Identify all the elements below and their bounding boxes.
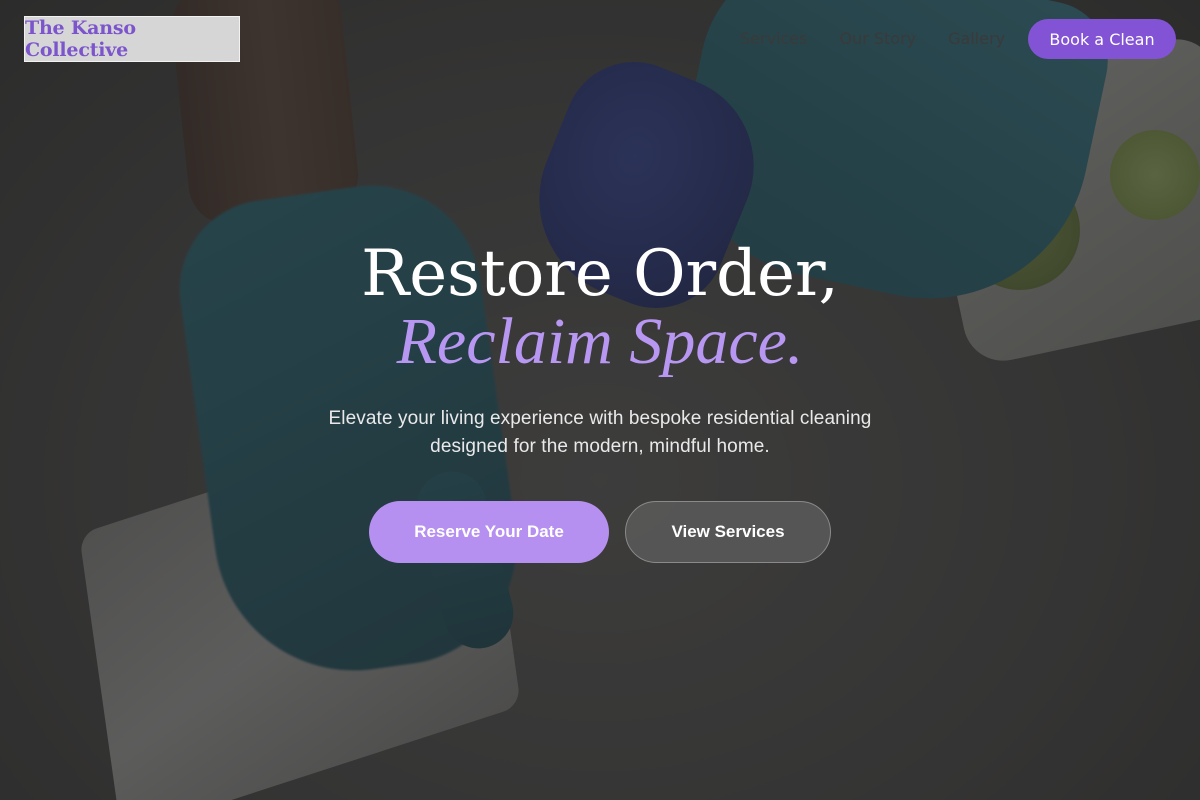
hero-subtitle: Elevate your living experience with besp… (0, 405, 1200, 461)
subtitle-line-2: designed for the modern, mindful home. (430, 436, 770, 457)
hero-headline: Restore Order, Reclaim Space. (0, 234, 1200, 382)
book-a-clean-button[interactable]: Book a Clean (1028, 19, 1176, 59)
brand-logo[interactable]: The Kanso Collective (24, 16, 240, 62)
reserve-your-date-button[interactable]: Reserve Your Date (369, 501, 609, 563)
hero-background-image (0, 0, 1200, 800)
nav-item-services[interactable]: Services (740, 28, 807, 50)
nav-item-our-story[interactable]: Our Story (839, 28, 916, 50)
subtitle-line-1: Elevate your living experience with besp… (328, 408, 872, 429)
dark-overlay (0, 0, 1200, 800)
hero-section: The Kanso Collective Services Our Story … (0, 0, 1200, 800)
main-nav: Services Our Story Gallery (740, 28, 1005, 50)
nav-item-gallery[interactable]: Gallery (948, 28, 1005, 50)
headline-line-2: Reclaim Space. (396, 305, 804, 378)
view-services-button[interactable]: View Services (625, 501, 831, 563)
